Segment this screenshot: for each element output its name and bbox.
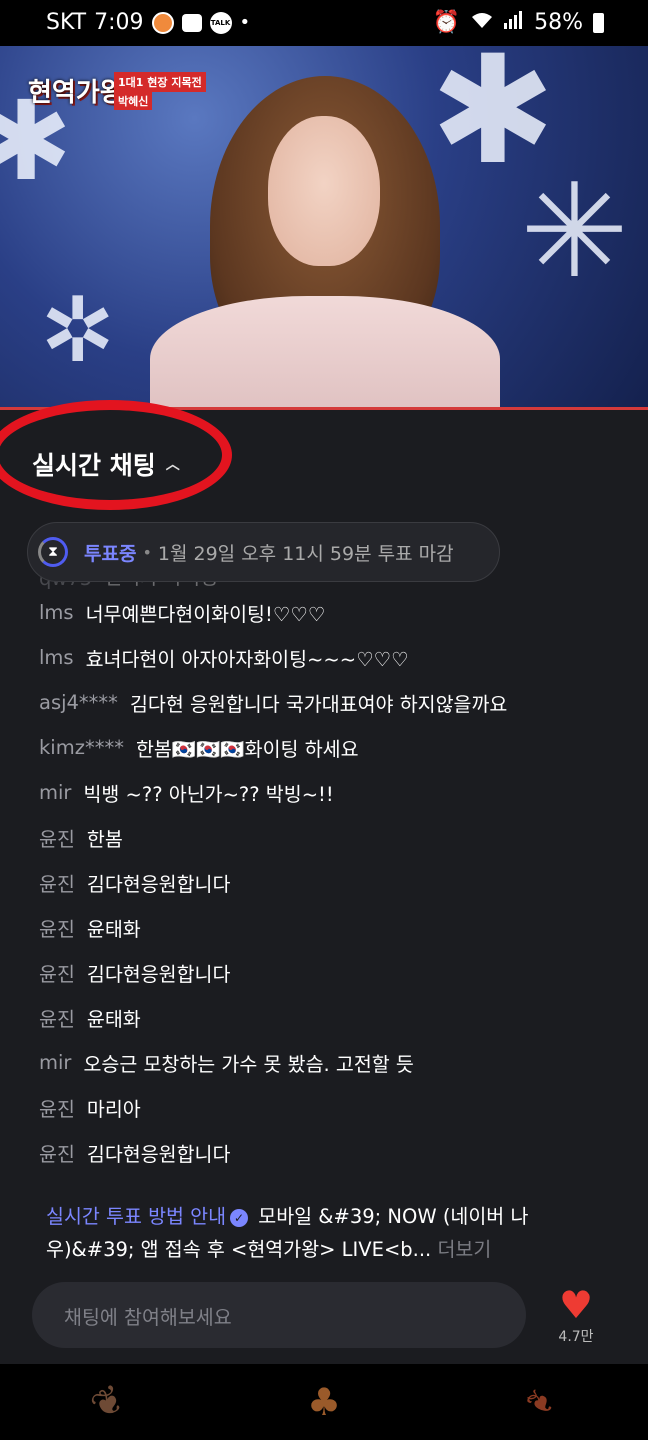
chat-text: 너무예쁜다현이화이팅!♡♡♡ [85,603,326,626]
status-bar: SKT 7:09 TALK • ⏰ 58% [0,0,648,46]
carrier-label: SKT [46,10,87,35]
chat-text: 김다현응원합니다 [86,963,231,986]
vote-guide-link[interactable]: 실시간 투표 방법 안내 [46,1205,226,1228]
back-leaf-icon[interactable]: ❧ [516,1375,566,1429]
wifi-icon [470,10,494,35]
chat-notice: 실시간 투표 방법 안내 ✓ 모바일 &#39; NOW (네이버 나우)&#39… [46,1200,546,1266]
alarm-icon: ⏰ [432,10,461,35]
chat-text: 한봄🇰🇷🇰🇷🇰🇷화이팅 하세요 [135,738,359,761]
chat-message: 윤진 마리아 [39,1085,619,1130]
vote-banner[interactable]: ⧗ 투표중 • 1월 29일 오후 11시 59분 투표 마감 [27,522,500,582]
status-right: ⏰ 58% [433,10,604,35]
chevron-up-icon: ︿ [165,457,180,473]
like-button[interactable]: ♥ 4.7만 [552,1286,600,1346]
chat-title: 실시간 채팅 [32,451,156,480]
chat-input-placeholder: 채팅에 참여해보세요 [64,1305,232,1329]
chat-text: 마리아 [86,1098,141,1121]
orange-app-icon [151,11,174,34]
chat-text: 김다현 응원합니다 국가대표여야 하지않을까요 [129,693,508,716]
notification-dot: • [239,12,251,33]
chat-message: mir 오승근 모창하는 가수 못 봤슴. 고전할 듯 [39,1040,619,1085]
show-tag: 1대1 현장 지목전 [114,72,206,92]
chat-nickname: mir [39,1051,72,1074]
chat-nickname: mir [39,781,72,804]
verified-icon: ✓ [230,1208,249,1227]
chat-input[interactable]: 채팅에 참여해보세요 [32,1282,526,1348]
singer-name: 박혜신 [114,92,153,110]
battery-percent: 58% [534,10,583,35]
chat-message: 윤진 김다현응원합니다 [39,860,619,905]
chat-text: 윤태화 [86,918,141,941]
gallery-icon [181,13,202,32]
chat-text: 빅뱅 ~?? 아닌가~?? 박빙~!! [83,783,334,806]
home-leaf-icon[interactable]: ♣ [307,1380,341,1424]
recent-apps-leaf-icon[interactable]: ❦ [83,1375,133,1429]
performer-image [150,76,500,408]
chat-nickname: 윤진 [39,963,75,986]
navigation-bar: ❦ ♣ ❧ [0,1364,648,1440]
chat-nickname: 윤진 [39,918,75,941]
chat-text: 효녀다현이 아자아자화이팅~~~♡♡♡ [85,648,409,671]
like-count: 4.7만 [558,1329,594,1345]
chat-nickname: 윤진 [39,1143,75,1166]
hourglass-icon: ⧗ [38,537,68,567]
chat-nickname: 윤진 [39,828,75,851]
snowflake-decoration: ✲ [40,278,116,383]
chat-message: 윤진 김다현응원합니다 [39,950,619,995]
snowflake-decoration: ✳ [520,155,629,307]
chat-nickname: 윤진 [39,1098,75,1121]
status-left: SKT 7:09 TALK • [46,10,250,35]
vote-deadline: 1월 29일 오후 11시 59분 투표 마감 [157,542,454,565]
chat-message: 윤진 한봄 [39,815,619,860]
battery-icon [593,12,604,33]
vote-status: 투표중 [84,542,137,565]
chat-nickname: 윤진 [39,1008,75,1031]
chat-message: kimz**** 한봄🇰🇷🇰🇷🇰🇷화이팅 하세요 [39,725,619,770]
chat-message: lms 효녀다현이 아자아자화이팅~~~♡♡♡ [39,635,619,680]
talk-icon: TALK [209,11,232,34]
chat-text: 오승근 모창하는 가수 못 봤슴. 고전할 듯 [83,1053,414,1076]
show-logo: 현역가왕 [28,78,124,108]
chat-message: asj4**** 김다현 응원합니다 국가대표여야 하지않을까요 [39,680,619,725]
signal-icon [504,10,524,35]
chat-nickname: lms [39,601,74,624]
chat-message: mir 빅뱅 ~?? 아닌가~?? 박빙~!! [39,770,619,815]
heart-icon: ♥ [558,1283,594,1327]
chat-message: 윤진 김다현응원합니다 [39,1130,619,1175]
chat-header[interactable]: 실시간 채팅 ︿ [32,446,180,482]
chat-nickname: lms [39,646,74,669]
chat-message: lms 너무예쁜다현이화이팅!♡♡♡ [39,590,619,635]
chat-message: 윤진 윤태화 [39,995,619,1040]
chat-text: 한봄 [86,828,123,851]
clock: 7:09 [94,10,144,35]
chat-text: 윤태화 [86,1008,141,1031]
chat-nickname: 윤진 [39,873,75,896]
chat-text: 김다현응원합니다 [86,1143,231,1166]
chat-message: 윤진 윤태화 [39,905,619,950]
chat-message-list[interactable]: qw75 현역가 바이링 lms 너무예쁜다현이화이팅!♡♡♡ lms 효녀다현… [39,568,619,1175]
chat-nickname: kimz**** [39,736,124,759]
chat-nickname: asj4**** [39,691,118,714]
video-player[interactable]: ✱ ✱ ✳ ✲ 현역가왕 1대1 현장 지목전 박혜신 [0,46,648,408]
vote-separator: • [142,542,152,562]
more-button[interactable]: 더보기 [437,1238,491,1261]
chat-text: 김다현응원합니다 [86,873,231,896]
